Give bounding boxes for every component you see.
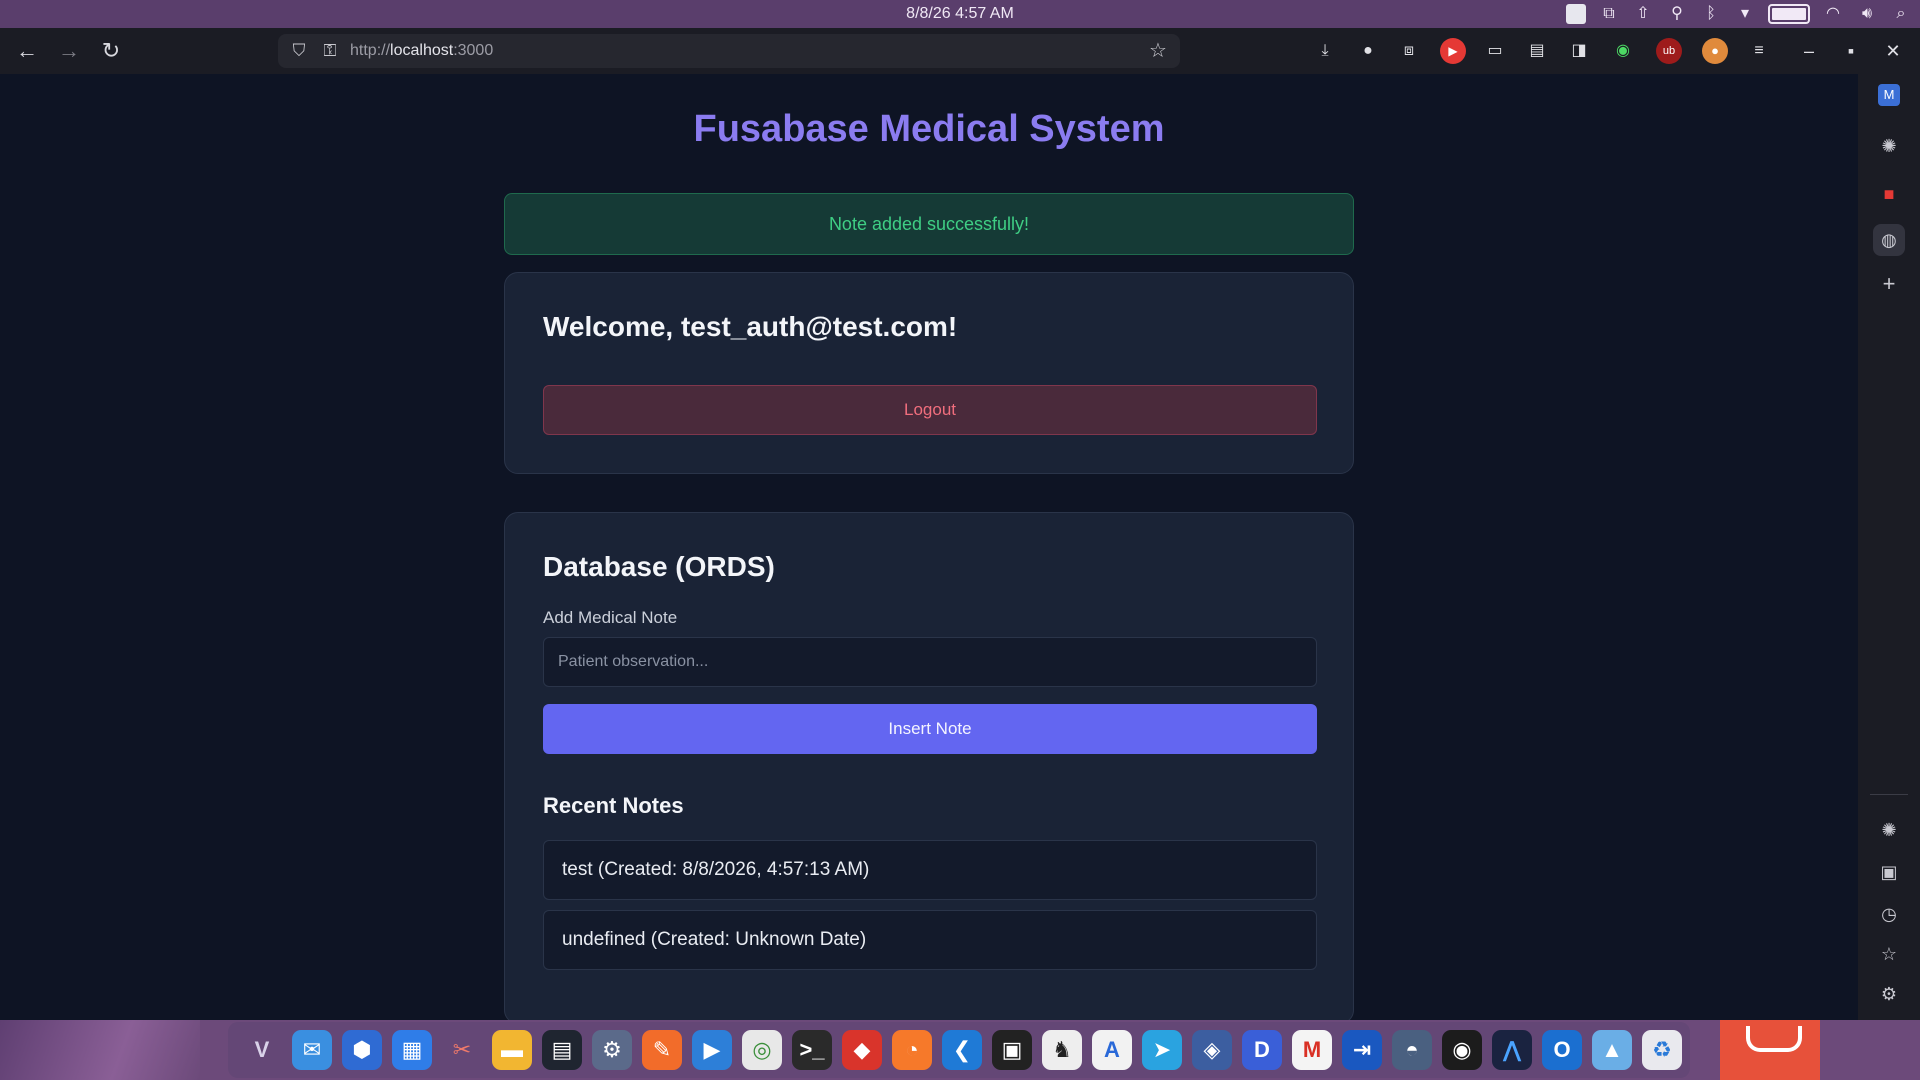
update-icon[interactable]: ⇧ (1632, 3, 1654, 25)
database-card: Database (ORDS) Add Medical Note Insert … (504, 512, 1354, 1020)
note-item: test (Created: 8/8/2026, 4:57:13 AM) (543, 840, 1317, 900)
ublock-icon[interactable]: ub (1656, 38, 1682, 64)
wifi-icon[interactable]: ◠ (1822, 3, 1844, 25)
download-icon[interactable]: ⤓ (1312, 38, 1338, 64)
screenshot-icon[interactable]: ✂ (442, 1030, 482, 1070)
system-top-bar: 8/8/26 4:57 AM ⧉ ⇧ ⚲ ᛒ ▾ ◠ 🔊︎ ⌕ (0, 0, 1920, 28)
app-icon[interactable]: ♞ (1042, 1030, 1082, 1070)
database-heading: Database (ORDS) (543, 551, 775, 582)
add-icon[interactable]: + (1873, 268, 1905, 300)
system-monitor-icon[interactable]: ▤ (542, 1030, 582, 1070)
system-tray: ⧉ ⇧ ⚲ ᛒ ▾ ◠ 🔊︎ ⌕ (1566, 3, 1912, 25)
sidebar-toggle-icon[interactable]: ◨ (1566, 38, 1592, 64)
todo-icon[interactable]: ■ (1873, 178, 1905, 210)
forward-icon[interactable]: → (54, 36, 84, 66)
clipboard-icon[interactable]: ⧉ (1598, 3, 1620, 25)
bookmark-star-icon[interactable]: ☆ (1146, 39, 1170, 63)
vscode-icon[interactable]: ❮ (942, 1030, 982, 1070)
save-icon[interactable]: ▣ (1873, 856, 1905, 888)
vivaldi-icon[interactable]: V (242, 1030, 282, 1070)
page-title: Fusabase Medical System (693, 108, 1165, 150)
appstore-icon[interactable]: A (1092, 1030, 1132, 1070)
anydesk-icon[interactable]: ◆ (842, 1030, 882, 1070)
reload-icon[interactable]: ↻ (96, 36, 126, 66)
firefox-icon[interactable]: ◔ (892, 1030, 932, 1070)
panel-icon[interactable]: ▤ (1524, 38, 1550, 64)
success-alert: Note added successfully! (504, 193, 1354, 255)
globe-icon[interactable]: ◍ (1873, 224, 1905, 256)
gmail-icon[interactable]: M (1292, 1030, 1332, 1070)
web-page: Fusabase Medical System Note added succe… (0, 74, 1858, 1020)
arch-icon[interactable]: ⋀ (1492, 1030, 1532, 1070)
box-icon[interactable]: ▣ (992, 1030, 1032, 1070)
youtube-icon[interactable]: ▶ (1440, 38, 1466, 64)
outlook-icon[interactable]: O (1542, 1030, 1582, 1070)
note-item: undefined (Created: Unknown Date) (543, 910, 1317, 970)
welcome-card: Welcome, test_auth@test.com! Logout (504, 272, 1354, 474)
chatgpt-icon[interactable]: ✺ (1873, 814, 1905, 846)
maximize-icon[interactable]: ▪ (1838, 38, 1864, 64)
browser-sidebar: M ✺ ■ ◍ + ✺ ▣ ◷ ☆ ⚙ (1858, 74, 1920, 1020)
bluetooth-icon[interactable]: ᛒ (1700, 3, 1722, 25)
logout-button[interactable]: Logout (543, 385, 1317, 435)
chrome-icon[interactable]: ◎ (742, 1030, 782, 1070)
mail-icon[interactable]: ✉ (292, 1030, 332, 1070)
trash-icon[interactable]: ♻ (1642, 1030, 1682, 1070)
account-icon[interactable]: ● (1355, 38, 1381, 64)
files-icon[interactable]: ▬ (492, 1030, 532, 1070)
address-bar[interactable]: ⛉ ⚿ http://localhost:3000 ☆ (278, 34, 1180, 68)
welcome-heading: Welcome, test_auth@test.com! (543, 311, 958, 342)
telegram-icon[interactable]: ➤ (1142, 1030, 1182, 1070)
dock: V ✉ ⬢ ▦ ✂ ▬ ▤ ⚙ ✎ ▶ ◎ >_ ◆ ◔ ❮ ▣ ♞ A ➤ ◈… (228, 1022, 1690, 1078)
back-icon[interactable]: ← (12, 36, 42, 66)
key-icon[interactable]: ⚿ (318, 40, 342, 62)
settings-icon[interactable]: ⚙ (592, 1030, 632, 1070)
pen-icon[interactable]: ✎ (642, 1030, 682, 1070)
taskbar: V ✉ ⬢ ▦ ✂ ▬ ▤ ⚙ ✎ ▶ ◎ >_ ◆ ◔ ❮ ▣ ♞ A ➤ ◈… (0, 1020, 1920, 1080)
browser-toolbar: ← → ↻ ⛉ ⚿ http://localhost:3000 ☆ ⤓ ● ⧈ … (0, 28, 1920, 74)
location-icon[interactable]: ⚲ (1666, 3, 1688, 25)
bookmarks-icon[interactable]: ☆ (1873, 938, 1905, 970)
sidebar-divider (1870, 794, 1908, 795)
extensions-icon[interactable]: ⧈ (1396, 38, 1422, 64)
archive-icon[interactable]: ▭ (1482, 38, 1508, 64)
chatgpt-icon[interactable]: ✺ (1873, 130, 1905, 162)
notification-tab[interactable] (1720, 1020, 1820, 1080)
share-icon[interactable]: ⇥ (1342, 1030, 1382, 1070)
settings-icon[interactable]: ⚙ (1873, 978, 1905, 1010)
url-text[interactable]: http://localhost:3000 (350, 42, 493, 60)
battery-icon[interactable] (1768, 4, 1810, 24)
volume-icon[interactable]: 🔊︎ (1856, 3, 1878, 25)
menu-icon[interactable]: ≡ (1746, 38, 1772, 64)
mail-icon[interactable]: M (1878, 84, 1900, 106)
image-viewer-icon[interactable]: ▲ (1592, 1030, 1632, 1070)
terminal-icon[interactable]: >_ (792, 1030, 832, 1070)
eye-icon[interactable]: ◉ (1610, 38, 1636, 64)
shield-icon[interactable]: ⛉ (288, 40, 310, 62)
close-icon[interactable]: ✕ (1880, 38, 1906, 64)
taskbar-decoration (0, 1020, 200, 1080)
obs-icon[interactable]: ◉ (1442, 1030, 1482, 1070)
app-indicator-icon[interactable] (1566, 4, 1586, 24)
search-icon[interactable]: ⌕ (1890, 3, 1912, 25)
calendar-icon[interactable]: ▦ (392, 1030, 432, 1070)
store-icon[interactable]: ⬢ (342, 1030, 382, 1070)
remote-icon[interactable]: ▶ (692, 1030, 732, 1070)
add-note-label: Add Medical Note (543, 608, 678, 627)
minimize-icon[interactable]: – (1796, 38, 1822, 64)
cookie-icon[interactable]: ● (1702, 38, 1728, 64)
steam-icon[interactable]: ◓ (1392, 1030, 1432, 1070)
docs-icon[interactable]: D (1242, 1030, 1282, 1070)
insert-note-button[interactable]: Insert Note (543, 704, 1317, 754)
note-input[interactable] (543, 637, 1317, 687)
chevron-down-icon[interactable]: ▾ (1734, 3, 1756, 25)
history-icon[interactable]: ◷ (1873, 898, 1905, 930)
recent-notes-heading: Recent Notes (543, 793, 684, 818)
virtualbox-icon[interactable]: ◈ (1192, 1030, 1232, 1070)
